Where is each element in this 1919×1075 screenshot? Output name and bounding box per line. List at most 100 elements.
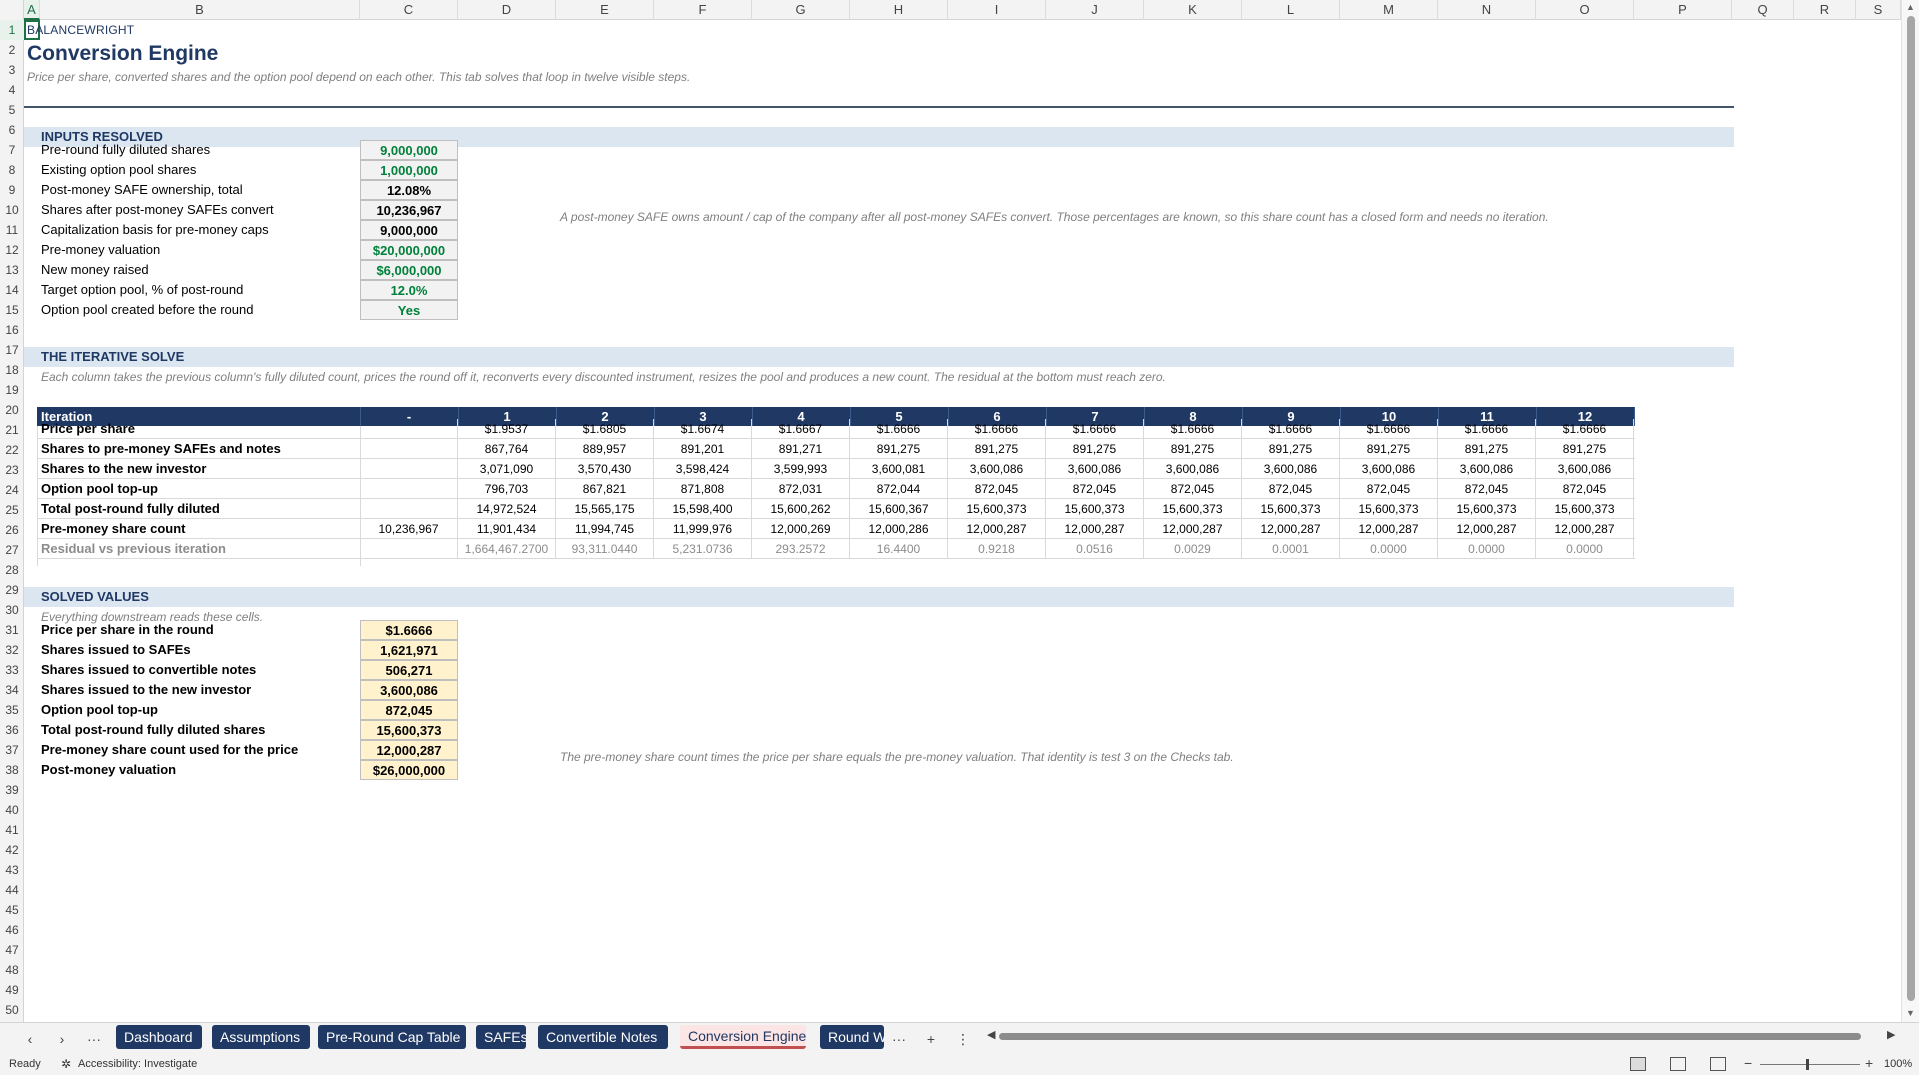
- row-header-24[interactable]: 24: [0, 480, 24, 500]
- row-header-50[interactable]: 50: [0, 1000, 24, 1020]
- iteration-cell[interactable]: 0.9218: [948, 539, 1046, 559]
- iteration-cell[interactable]: 5,231.0736: [654, 539, 752, 559]
- solved-value[interactable]: $26,000,000: [360, 760, 458, 780]
- solved-value[interactable]: 12,000,287: [360, 740, 458, 760]
- iteration-cell[interactable]: 891,275: [1340, 439, 1438, 459]
- solved-value[interactable]: 3,600,086: [360, 680, 458, 700]
- column-header-e[interactable]: E: [556, 0, 654, 20]
- row-header-8[interactable]: 8: [0, 160, 24, 180]
- row-header-23[interactable]: 23: [0, 460, 24, 480]
- row-header-45[interactable]: 45: [0, 900, 24, 920]
- row-header-48[interactable]: 48: [0, 960, 24, 980]
- row-header-38[interactable]: 38: [0, 760, 24, 780]
- row-header-43[interactable]: 43: [0, 860, 24, 880]
- column-header-i[interactable]: I: [948, 0, 1046, 20]
- row-header-21[interactable]: 21: [0, 420, 24, 440]
- iteration-cell[interactable]: 872,045: [1438, 479, 1536, 499]
- iteration-cell[interactable]: 12,000,287: [1340, 519, 1438, 539]
- input-value[interactable]: 12.08%: [360, 180, 458, 200]
- iteration-cell[interactable]: 12,000,287: [948, 519, 1046, 539]
- row-header-5[interactable]: 5: [0, 100, 24, 120]
- row-header-13[interactable]: 13: [0, 260, 24, 280]
- row-header-9[interactable]: 9: [0, 180, 24, 200]
- solved-value[interactable]: 506,271: [360, 660, 458, 680]
- sheet-tab-pre-round-cap-table[interactable]: Pre-Round Cap Table: [318, 1025, 466, 1049]
- column-header-n[interactable]: N: [1438, 0, 1536, 20]
- row-header-29[interactable]: 29: [0, 580, 24, 600]
- row-header-3[interactable]: 3: [0, 60, 24, 80]
- iteration-cell[interactable]: $1.6666: [1340, 419, 1438, 439]
- iteration-cell[interactable]: 867,764: [458, 439, 556, 459]
- input-value[interactable]: 9,000,000: [360, 140, 458, 160]
- iteration-cell[interactable]: 12,000,287: [1536, 519, 1634, 539]
- row-header-42[interactable]: 42: [0, 840, 24, 860]
- input-value[interactable]: 10,236,967: [360, 200, 458, 220]
- iteration-cell[interactable]: 293.2572: [752, 539, 850, 559]
- iteration-cell[interactable]: 891,275: [850, 439, 948, 459]
- row-header-36[interactable]: 36: [0, 720, 24, 740]
- normal-view-icon[interactable]: [1630, 1057, 1646, 1071]
- iteration-cell[interactable]: 872,045: [1536, 479, 1634, 499]
- column-header-j[interactable]: J: [1046, 0, 1144, 20]
- iteration-cell[interactable]: [360, 539, 458, 559]
- iteration-cell[interactable]: 872,045: [1144, 479, 1242, 499]
- iteration-cell[interactable]: 3,600,081: [850, 459, 948, 479]
- iteration-cell[interactable]: 891,271: [752, 439, 850, 459]
- tab-prev-icon[interactable]: ‹: [20, 1029, 40, 1049]
- row-header-17[interactable]: 17: [0, 340, 24, 360]
- row-header-22[interactable]: 22: [0, 440, 24, 460]
- row-header-37[interactable]: 37: [0, 740, 24, 760]
- iteration-cell[interactable]: $1.6666: [1144, 419, 1242, 439]
- sheet-tab-safes[interactable]: SAFEs: [476, 1025, 526, 1049]
- page-break-view-icon[interactable]: [1710, 1057, 1726, 1071]
- column-header-s[interactable]: S: [1856, 0, 1901, 20]
- row-header-40[interactable]: 40: [0, 800, 24, 820]
- iteration-cell[interactable]: 3,600,086: [1536, 459, 1634, 479]
- iteration-cell[interactable]: 15,600,367: [850, 499, 948, 519]
- iteration-cell[interactable]: 12,000,287: [1144, 519, 1242, 539]
- row-header-10[interactable]: 10: [0, 200, 24, 220]
- row-header-47[interactable]: 47: [0, 940, 24, 960]
- solved-value[interactable]: 15,600,373: [360, 720, 458, 740]
- iteration-cell[interactable]: 12,000,287: [1438, 519, 1536, 539]
- iteration-cell[interactable]: $1.6666: [1536, 419, 1634, 439]
- iteration-cell[interactable]: 14,972,524: [458, 499, 556, 519]
- iteration-cell[interactable]: 867,821: [556, 479, 654, 499]
- row-header-15[interactable]: 15: [0, 300, 24, 320]
- horizontal-scroll-thumb[interactable]: [999, 1033, 1861, 1040]
- scroll-left-icon[interactable]: ◀: [987, 1028, 995, 1041]
- iteration-cell[interactable]: 3,570,430: [556, 459, 654, 479]
- iteration-cell[interactable]: 11,994,745: [556, 519, 654, 539]
- column-header-m[interactable]: M: [1340, 0, 1438, 20]
- row-header-46[interactable]: 46: [0, 920, 24, 940]
- row-header-18[interactable]: 18: [0, 360, 24, 380]
- row-header-19[interactable]: 19: [0, 380, 24, 400]
- tab-more-left-icon[interactable]: ···: [84, 1029, 104, 1049]
- row-header-34[interactable]: 34: [0, 680, 24, 700]
- tab-options-icon[interactable]: ⋮: [953, 1029, 973, 1049]
- column-header-c[interactable]: C: [360, 0, 458, 20]
- column-header-h[interactable]: H: [850, 0, 948, 20]
- iteration-cell[interactable]: 15,600,373: [1242, 499, 1340, 519]
- iteration-cell[interactable]: 15,598,400: [654, 499, 752, 519]
- row-header-12[interactable]: 12: [0, 240, 24, 260]
- iteration-cell[interactable]: 15,600,373: [948, 499, 1046, 519]
- iteration-cell[interactable]: 889,957: [556, 439, 654, 459]
- column-header-q[interactable]: Q: [1732, 0, 1794, 20]
- iteration-cell[interactable]: 891,275: [1536, 439, 1634, 459]
- column-header-f[interactable]: F: [654, 0, 752, 20]
- row-header-14[interactable]: 14: [0, 280, 24, 300]
- row-header-31[interactable]: 31: [0, 620, 24, 640]
- iteration-cell[interactable]: 12,000,286: [850, 519, 948, 539]
- row-header-25[interactable]: 25: [0, 500, 24, 520]
- iteration-cell[interactable]: 891,201: [654, 439, 752, 459]
- scroll-down-icon[interactable]: ▼: [1906, 1008, 1915, 1018]
- iteration-cell[interactable]: 872,045: [1340, 479, 1438, 499]
- sheet-tab-dashboard[interactable]: Dashboard: [116, 1025, 202, 1049]
- iteration-cell[interactable]: [360, 499, 458, 519]
- row-header-4[interactable]: 4: [0, 80, 24, 100]
- row-header-1[interactable]: 1: [0, 20, 24, 40]
- iteration-cell[interactable]: 15,565,175: [556, 499, 654, 519]
- iteration-cell[interactable]: 93,311.0440: [556, 539, 654, 559]
- scroll-up-icon[interactable]: ▲: [1906, 2, 1915, 12]
